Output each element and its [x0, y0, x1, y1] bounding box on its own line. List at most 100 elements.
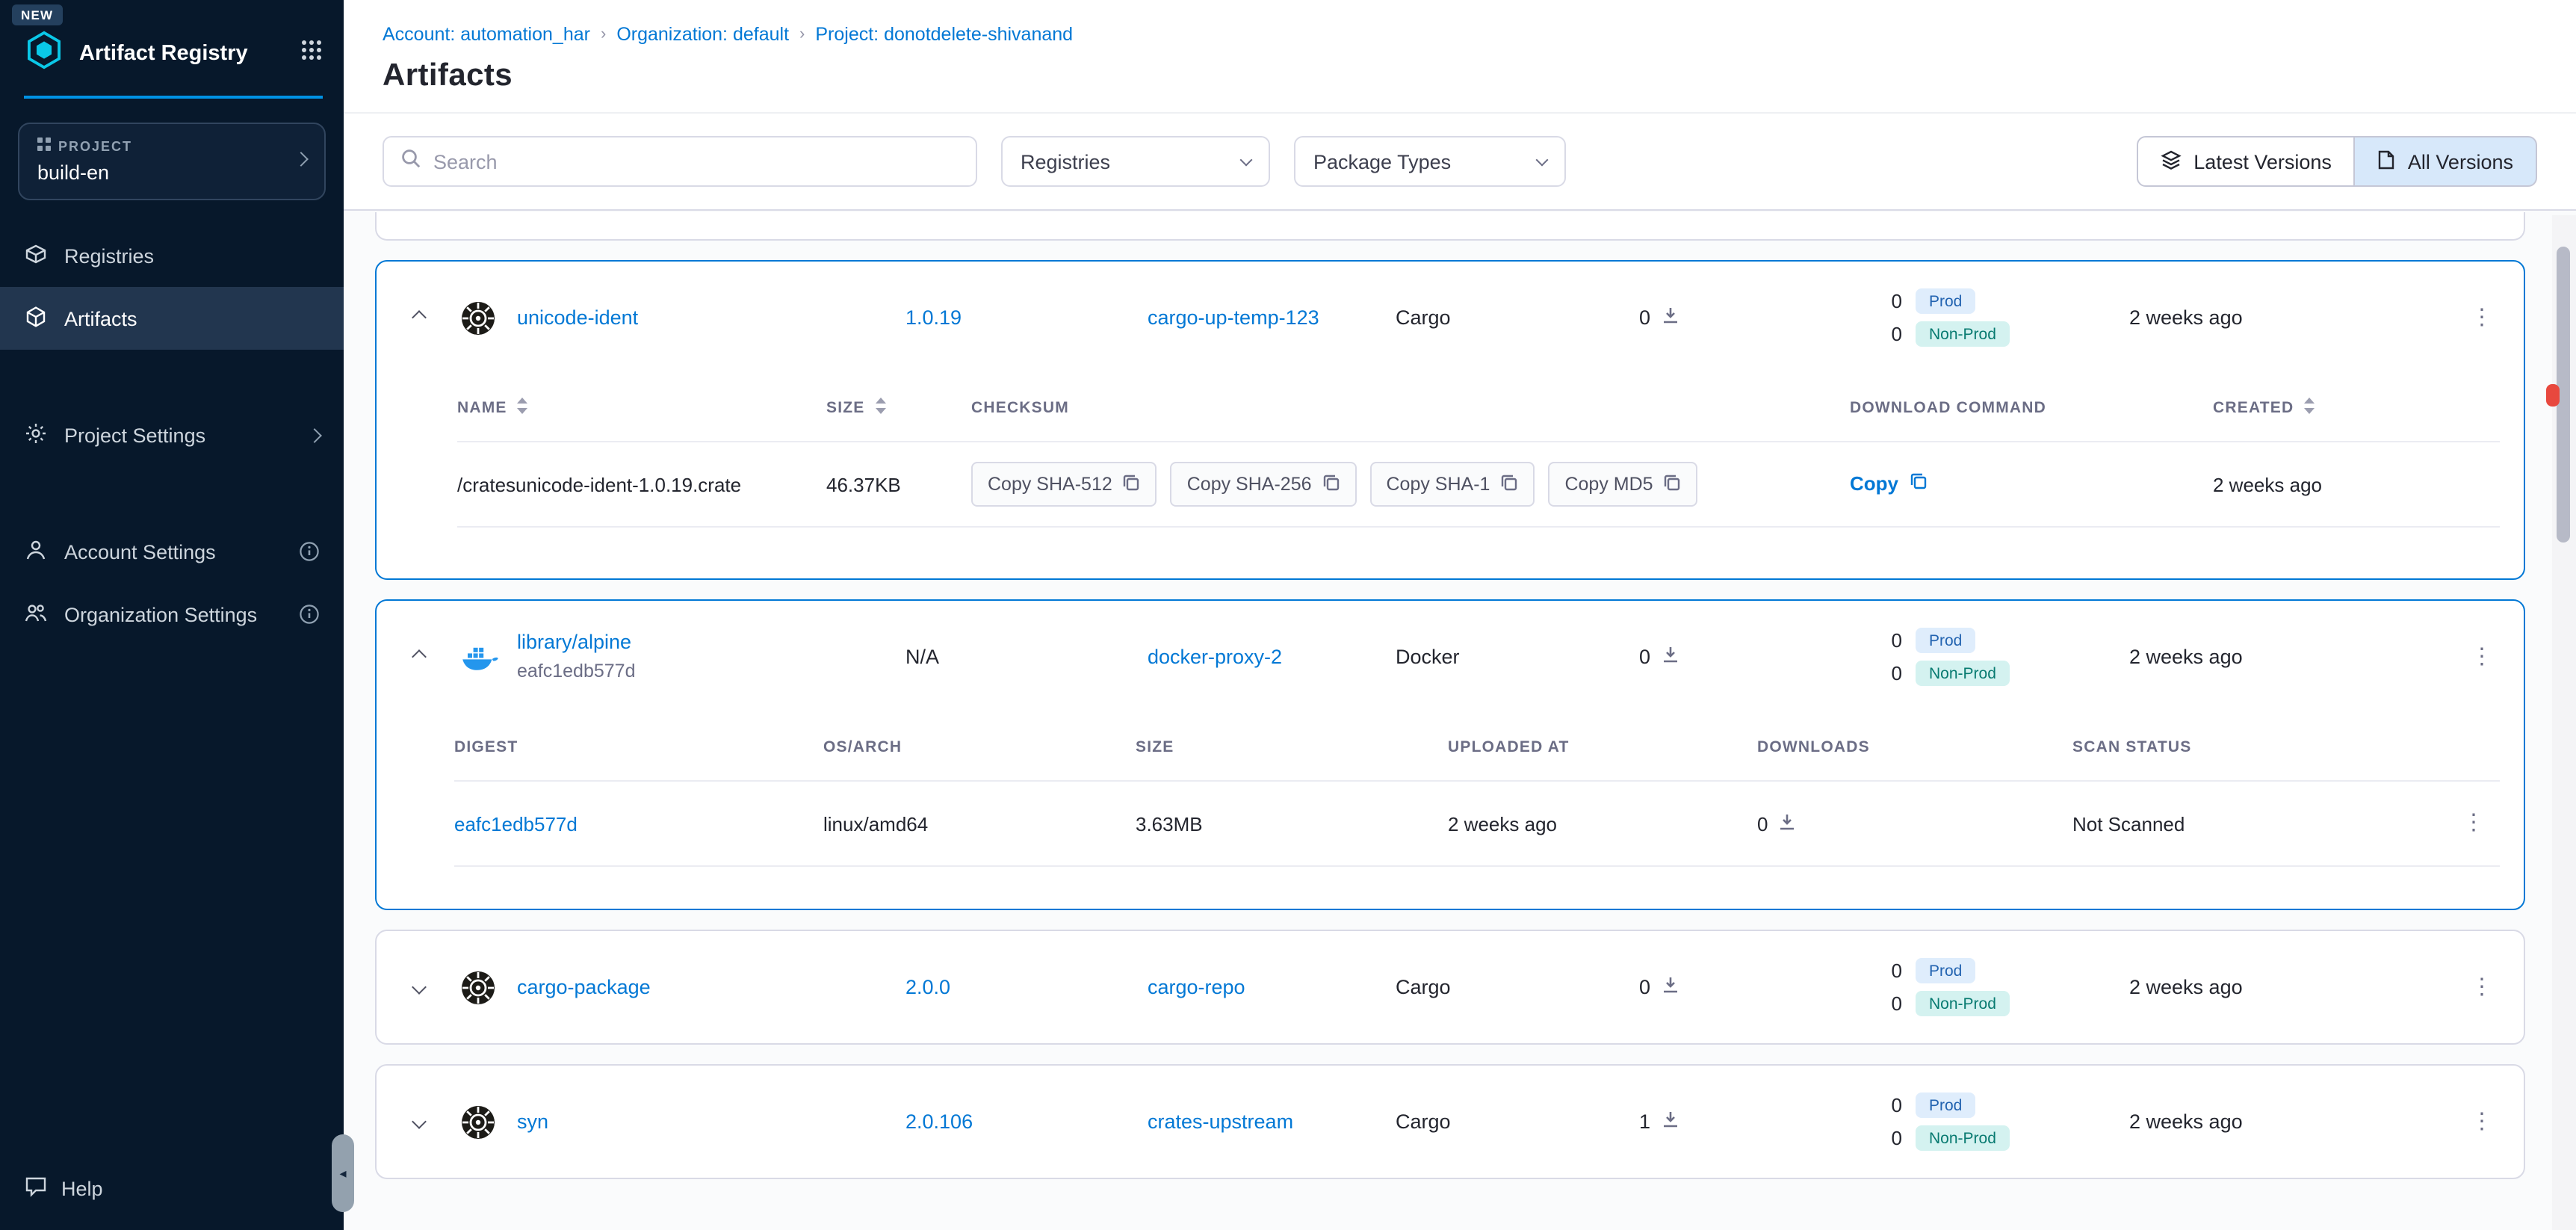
- registries-filter-dropdown[interactable]: Registries: [1001, 136, 1270, 187]
- sidebar-item-registries[interactable]: Registries: [0, 224, 344, 287]
- sidebar-item-artifacts[interactable]: Artifacts: [0, 287, 344, 350]
- copy-sha256-button[interactable]: Copy SHA-256: [1171, 462, 1357, 507]
- sidebar-item-account-settings[interactable]: Account Settings: [0, 520, 344, 583]
- all-versions-button[interactable]: All Versions: [2356, 136, 2537, 187]
- copy-button-label: Copy SHA-256: [1187, 474, 1312, 495]
- copy-md5-button[interactable]: Copy MD5: [1548, 462, 1697, 507]
- module-grid-icon[interactable]: [300, 39, 323, 69]
- row-menu-button[interactable]: ⋮: [2456, 640, 2508, 673]
- prod-count: 0: [1887, 1094, 1902, 1116]
- artifact-registry-link[interactable]: docker-proxy-2: [1148, 646, 1282, 668]
- prod-badge: Prod: [1916, 288, 1975, 314]
- artifact-card-unicode-ident: unicode-ident 1.0.19 cargo-up-temp-123 C…: [375, 260, 2525, 580]
- prod-count: 0: [1887, 959, 1902, 982]
- copy-sha1-button[interactable]: Copy SHA-1: [1370, 462, 1535, 507]
- collapse-row-button[interactable]: [399, 298, 438, 337]
- sort-icon[interactable]: [874, 395, 888, 419]
- sidebar-nav: Registries Artifacts Project Settings Ac…: [0, 224, 344, 646]
- package-type: Docker: [1396, 646, 1460, 668]
- artifact-registry-link[interactable]: cargo-repo: [1148, 976, 1245, 998]
- artifact-row: unicode-ident 1.0.19 cargo-up-temp-123 C…: [377, 262, 2524, 374]
- info-icon: [299, 604, 320, 625]
- artifact-version-link[interactable]: 2.0.0: [905, 976, 950, 998]
- project-icon: [37, 137, 51, 154]
- copy-icon: [1664, 473, 1682, 495]
- expand-row-button[interactable]: [399, 968, 438, 1007]
- copy-download-command-link[interactable]: Copy: [1850, 472, 1927, 495]
- breadcrumb-organization-link[interactable]: Organization: default: [616, 24, 789, 46]
- sidebar-item-label: Registries: [64, 244, 154, 267]
- sidebar-item-project-settings[interactable]: Project Settings: [0, 404, 344, 466]
- artifact-name-link[interactable]: syn: [517, 1110, 548, 1132]
- created-time: 2 weeks ago: [2129, 306, 2243, 329]
- column-header: DOWNLOADS: [1757, 738, 1870, 755]
- row-menu-button[interactable]: ⋮: [2456, 1105, 2508, 1138]
- sidebar-collapse-handle[interactable]: ◂: [332, 1134, 354, 1212]
- artifact-card-cargo-package: cargo-package 2.0.0 cargo-repo Cargo 0 0…: [375, 930, 2525, 1045]
- artifact-registry-link[interactable]: crates-upstream: [1148, 1110, 1293, 1133]
- sidebar-item-label: Artifacts: [64, 307, 137, 330]
- collapse-row-button[interactable]: [399, 637, 438, 676]
- page-title: Artifacts: [383, 57, 2537, 94]
- artifact-name-link[interactable]: unicode-ident: [517, 306, 638, 328]
- chevron-right-icon: [294, 152, 309, 167]
- download-count: 0: [1639, 646, 1650, 668]
- registries-icon: [24, 241, 48, 270]
- breadcrumb-account-link[interactable]: Account: automation_har: [383, 24, 590, 46]
- vertical-scrollbar[interactable]: [2552, 215, 2576, 1230]
- column-header: SIZE: [826, 398, 865, 416]
- download-icon: [1661, 1110, 1679, 1133]
- row-menu-button[interactable]: ⋮: [2456, 301, 2508, 334]
- cargo-package-icon: [460, 300, 517, 336]
- package-types-filter-dropdown[interactable]: Package Types: [1294, 136, 1566, 187]
- package-type: Cargo: [1396, 306, 1451, 329]
- download-count: 0: [1639, 976, 1650, 998]
- artifact-registry-logo-icon[interactable]: [24, 30, 64, 78]
- column-header: OS/ARCH: [823, 738, 902, 755]
- all-versions-label: All Versions: [2408, 150, 2513, 173]
- artifact-version: N/A: [905, 646, 939, 668]
- expand-row-button[interactable]: [399, 1102, 438, 1141]
- row-menu-button[interactable]: ⋮: [2447, 807, 2500, 840]
- file-name: /cratesunicode-ident-1.0.19.crate: [457, 473, 826, 495]
- column-header: DOWNLOAD COMMAND: [1850, 398, 2046, 416]
- chevron-down-icon: [1536, 153, 1549, 166]
- breadcrumb-project-link[interactable]: Project: donotdelete-shivanand: [815, 24, 1073, 46]
- versions-table-header: DIGEST OS/ARCH SIZE UPLOADED AT DOWNLOAD…: [454, 713, 2500, 782]
- latest-versions-button[interactable]: Latest Versions: [2137, 136, 2356, 187]
- artifact-version-link[interactable]: 1.0.19: [905, 306, 962, 329]
- sidebar-item-label: Organization Settings: [64, 603, 257, 625]
- main-area: Account: automation_har › Organization: …: [344, 0, 2576, 1230]
- artifact-name-link[interactable]: library/alpine: [517, 631, 631, 653]
- project-selector[interactable]: PROJECT build-en: [18, 123, 326, 200]
- created-time: 2 weeks ago: [2129, 646, 2243, 668]
- column-header: NAME: [457, 398, 507, 416]
- image-size: 3.63MB: [1136, 812, 1448, 835]
- package-type: Cargo: [1396, 976, 1451, 998]
- sidebar-item-help[interactable]: Help: [0, 1161, 127, 1215]
- app-title: Artifact Registry: [79, 42, 285, 66]
- sort-icon[interactable]: [516, 395, 530, 419]
- row-menu-button[interactable]: ⋮: [2456, 971, 2508, 1004]
- artifact-row: library/alpine eafc1edb577d N/A docker-p…: [377, 601, 2524, 713]
- sidebar-item-organization-settings[interactable]: Organization Settings: [0, 583, 344, 646]
- copy-button-label: Copy SHA-512: [988, 474, 1112, 495]
- sort-icon[interactable]: [2303, 395, 2316, 419]
- files-table: NAME SIZE CHECKSUM DOWNLOAD COMMAND CREA…: [377, 374, 2524, 578]
- column-header: CREATED: [2213, 398, 2294, 416]
- digest-link[interactable]: eafc1edb577d: [454, 812, 578, 835]
- module-underline: [24, 96, 323, 99]
- filters-toolbar: Registries Package Types Latest Versions…: [344, 114, 2576, 211]
- package-type: Cargo: [1396, 1110, 1451, 1133]
- created-time: 2 weeks ago: [2129, 1110, 2243, 1133]
- artifacts-icon: [24, 304, 48, 333]
- artifact-version-link[interactable]: 2.0.106: [905, 1110, 973, 1133]
- prod-badge: Prod: [1916, 1093, 1975, 1118]
- artifact-name-link[interactable]: cargo-package: [517, 975, 651, 998]
- artifact-registry-link[interactable]: cargo-up-temp-123: [1148, 306, 1319, 329]
- non-prod-count: 0: [1887, 662, 1902, 684]
- account-icon: [24, 537, 48, 566]
- copy-sha512-button[interactable]: Copy SHA-512: [971, 462, 1157, 507]
- app-window: NEW Artifact Registry PROJECT build-en R…: [0, 0, 2576, 1230]
- search-input[interactable]: [433, 150, 959, 173]
